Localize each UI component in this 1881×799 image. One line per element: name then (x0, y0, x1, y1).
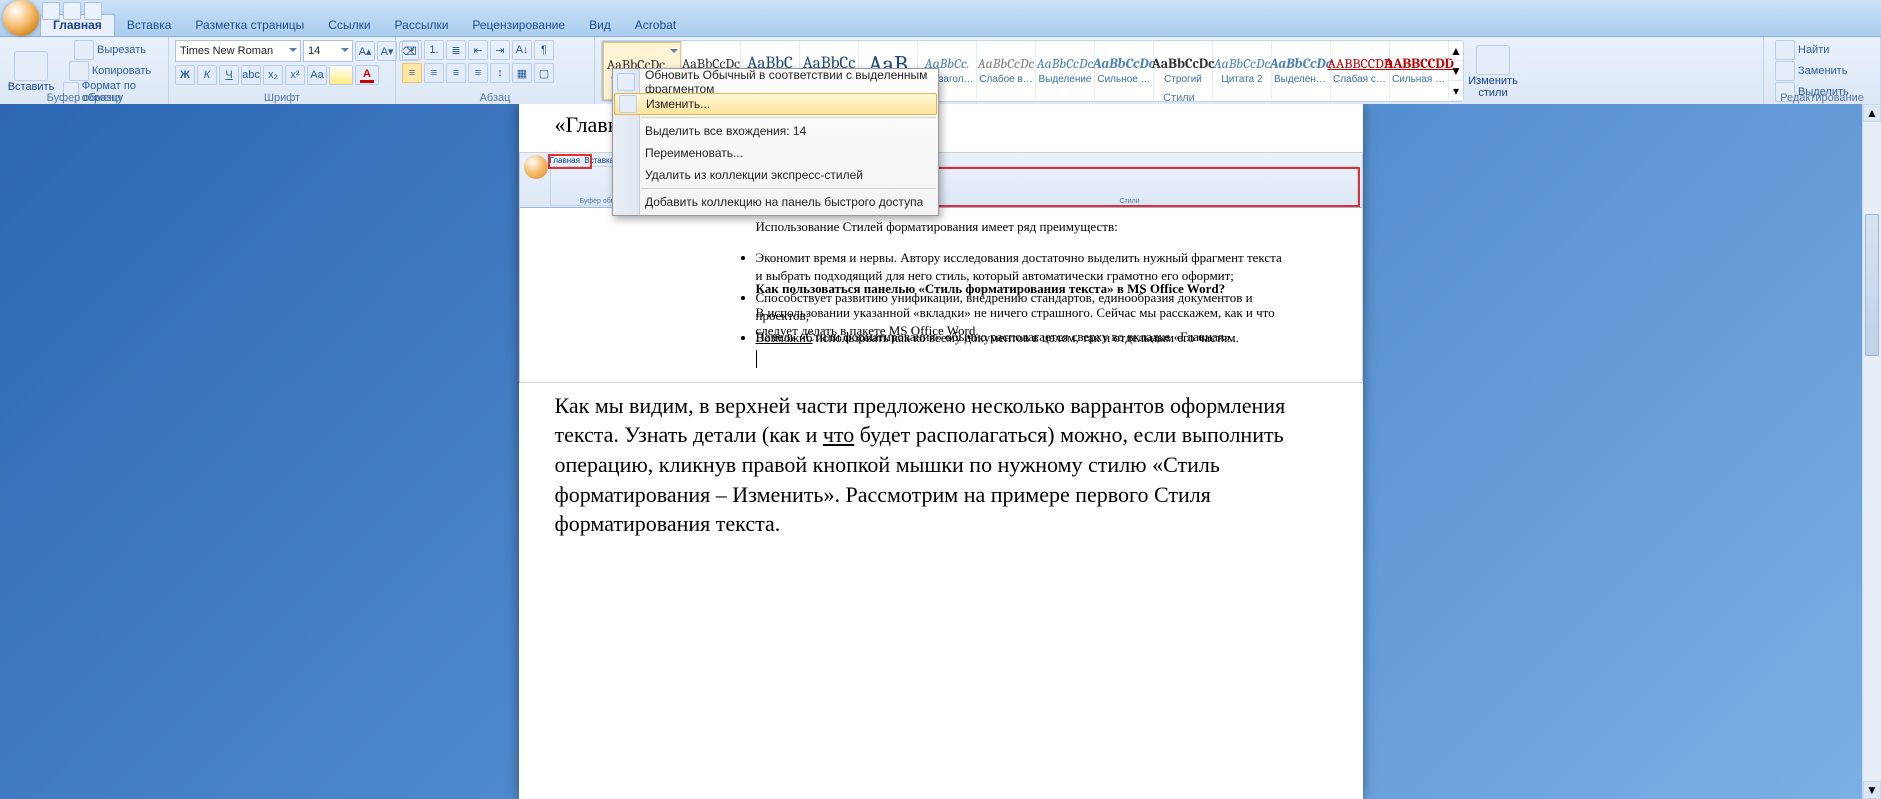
tab-вставка[interactable]: Вставка (115, 15, 184, 36)
outdent-button[interactable]: ⇤ (468, 40, 488, 60)
gallery-arrow[interactable]: ▲ (1449, 41, 1463, 61)
italic-button[interactable]: К (197, 65, 217, 85)
scroll-thumb[interactable] (1865, 214, 1879, 356)
ctx-update-style[interactable]: Обновить Обычный в соответствии с выделе… (613, 71, 938, 93)
underline-button[interactable]: Ч (219, 65, 239, 85)
paste-icon (14, 51, 48, 81)
copy-button[interactable]: Копировать (58, 61, 162, 81)
update-icon (617, 73, 635, 91)
style-item[interactable]: AaBbCcDcСлабое в… (977, 41, 1036, 99)
scroll-down-button[interactable]: ▼ (1863, 781, 1881, 799)
replace-icon (1775, 61, 1795, 81)
align-center-button[interactable]: ≡ (424, 63, 444, 83)
font-name-select[interactable]: Times New Roman (175, 40, 301, 62)
sort-button[interactable]: A↓ (512, 40, 532, 60)
style-item[interactable]: AaBbCcDcСтрогий (1154, 41, 1213, 99)
copy-icon (69, 61, 89, 81)
group-label-clipboard: Буфер обмена (0, 92, 168, 104)
superscript-button[interactable]: x² (285, 65, 305, 85)
office-button[interactable] (3, 0, 39, 36)
ctx-select-all[interactable]: Выделить все вхождения: 14 (613, 120, 938, 142)
change-case-button[interactable]: Aa (307, 65, 327, 85)
tab-acrobat[interactable]: Acrobat (623, 15, 688, 36)
numbering-button[interactable]: 1. (424, 40, 444, 60)
text-cursor (756, 350, 757, 368)
scissors-icon (74, 40, 94, 60)
bullets-button[interactable]: • (402, 40, 422, 60)
find-button[interactable]: Найти (1770, 40, 1834, 60)
line-spacing-button[interactable]: ↕ (490, 63, 510, 83)
gallery-arrow[interactable]: ▼ (1449, 61, 1463, 81)
shading-button[interactable]: ▦ (512, 63, 532, 83)
ctx-add-qat[interactable]: Добавить коллекцию на панель быстрого до… (613, 191, 938, 213)
highlight-button[interactable] (329, 65, 353, 85)
tab-рецензирование[interactable]: Рецензирование (460, 15, 577, 36)
style-context-menu: Обновить Обычный в соответствии с выделе… (612, 68, 939, 216)
replace-button[interactable]: Заменить (1770, 61, 1852, 81)
borders-button[interactable]: ▢ (534, 63, 554, 83)
ctx-remove[interactable]: Удалить из коллекции экспресс-стилей (613, 164, 938, 186)
tab-разметка страницы[interactable]: Разметка страницы (183, 15, 316, 36)
ribbon: Вставить Вырезать Копировать Формат по о… (0, 37, 1881, 106)
align-left-button[interactable]: ≡ (402, 63, 422, 83)
modify-icon (619, 95, 637, 113)
bold-button[interactable]: Ж (175, 65, 195, 85)
doc-text-big: Как мы видим, в верхней части предложено… (519, 391, 1363, 539)
shrink-font-button[interactable]: A▾ (377, 41, 397, 61)
tab-ссылки[interactable]: Ссылки (316, 15, 382, 36)
font-size-select[interactable]: 14 (303, 40, 353, 62)
ctx-modify-style[interactable]: Изменить... (614, 93, 937, 115)
titlebar (0, 0, 1881, 12)
tab-рассылки[interactable]: Рассылки (383, 15, 461, 36)
show-marks-button[interactable]: ¶ (534, 40, 554, 60)
cut-button[interactable]: Вырезать (58, 40, 162, 60)
multilevel-button[interactable]: ≣ (446, 40, 466, 60)
ctx-rename[interactable]: Переименовать... (613, 142, 938, 164)
subscript-button[interactable]: x₂ (263, 65, 283, 85)
style-item[interactable]: AaBbCcDcСильное … (1095, 41, 1154, 99)
qat-undo-icon[interactable] (63, 2, 81, 20)
justify-button[interactable]: ≡ (468, 63, 488, 83)
qat-redo-icon[interactable] (84, 2, 102, 20)
align-right-button[interactable]: ≡ (446, 63, 466, 83)
group-label-paragraph: Абзац (396, 92, 594, 104)
qat-save-icon[interactable] (42, 2, 60, 20)
vertical-scrollbar[interactable]: ▲ ▼ (1862, 104, 1881, 799)
font-color-button[interactable]: A (355, 65, 379, 85)
group-label-editing: Редактирование (1764, 92, 1880, 104)
style-item[interactable]: AaBbCcDcВыделенн… (1272, 41, 1331, 99)
indent-button[interactable]: ⇥ (490, 40, 510, 60)
tab-вид[interactable]: Вид (577, 15, 623, 36)
style-item[interactable]: AABBCCDDСильная с… (1390, 41, 1449, 99)
find-icon (1775, 40, 1795, 60)
scroll-up-button[interactable]: ▲ (1863, 104, 1881, 122)
grow-font-button[interactable]: A▴ (355, 41, 375, 61)
ribbon-tabs: ГлавнаяВставкаРазметка страницыСсылкиРас… (0, 12, 1881, 37)
document-area: «Главная». Главная Вставка Разметка стра… (0, 104, 1881, 799)
style-item[interactable]: AABBCCDDСлабая сс… (1331, 41, 1390, 99)
strike-button[interactable]: abc (241, 65, 261, 85)
quick-access-toolbar (42, 2, 102, 20)
style-item[interactable]: AaBbCcDcЦитата 2 (1213, 41, 1272, 99)
style-item[interactable]: AaBbCcDcВыделение (1036, 41, 1095, 99)
styles-icon (1476, 45, 1510, 75)
group-label-font: Шрифт (169, 92, 395, 104)
